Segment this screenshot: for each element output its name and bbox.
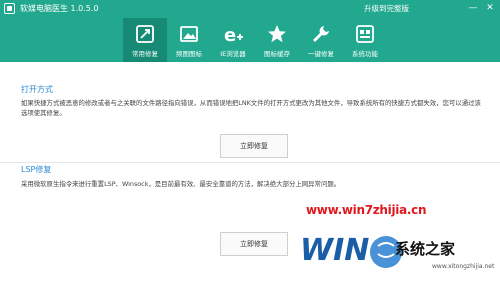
app-title: 软媒电脑医生 1.0.5.0 (20, 4, 99, 13)
gear-icon (354, 23, 376, 45)
watermark-site-url: www.xitongzhijia.net (432, 263, 495, 270)
title-bar: 软媒电脑医生 1.0.5.0 升级到完整版 — ✕ (0, 0, 500, 18)
minimize-button[interactable]: — (466, 2, 480, 15)
tab-image-icon[interactable]: 频图图标 (167, 18, 211, 62)
section-divider (0, 162, 500, 163)
ie-icon: e (222, 23, 244, 45)
section-description-open-method: 如果快捷方式被恶意的修改或者与之关联的文件路径指向错误，从而错误地把LNK文件的… (21, 99, 481, 117)
tab-system-functions[interactable]: 系统功能 (343, 18, 387, 62)
svg-text:WIN: WIN (300, 233, 369, 268)
tab-label: 频图图标 (176, 50, 202, 58)
tab-label: IE浏览器 (220, 50, 246, 58)
watermark-url: www.win7zhijia.cn (306, 203, 427, 217)
repair-icon (134, 23, 156, 45)
tab-label: 图标缓存 (264, 50, 290, 58)
repair-button-lsp[interactable]: 立即修复 (220, 232, 288, 256)
close-button[interactable]: ✕ (483, 2, 497, 15)
star-icon (266, 23, 288, 45)
repair-button-open-method[interactable]: 立即修复 (220, 134, 288, 158)
section-title-lsp: LSP修复 (21, 165, 52, 174)
wrench-icon (310, 23, 332, 45)
image-icon (178, 23, 200, 45)
upgrade-link[interactable]: 升级到完整版 (364, 3, 409, 14)
section-description-lsp: 采用微软原生指令来进行重置LSP、Winsock，是目前最有效、最安全靠谱的方法… (21, 180, 341, 188)
watermark-site-name: 系统之家 (395, 240, 456, 258)
tab-ie-browser[interactable]: e IE浏览器 (211, 18, 255, 62)
tab-label: 系统功能 (352, 50, 378, 58)
tab-icon-cache[interactable]: 图标缓存 (255, 18, 299, 62)
tab-label: 常用修复 (132, 50, 158, 58)
app-logo-icon (4, 3, 15, 14)
tab-label: 一键修复 (308, 50, 334, 58)
app-header: 软媒电脑医生 1.0.5.0 升级到完整版 — ✕ 常用修复 频图图标 e IE… (0, 0, 500, 62)
tab-common-repair[interactable]: 常用修复 (123, 18, 167, 62)
tab-one-click-repair[interactable]: 一键修复 (299, 18, 343, 62)
svg-text:e: e (224, 25, 236, 45)
main-toolbar: 常用修复 频图图标 e IE浏览器 图标缓存 一键修复 系统功能 (0, 18, 500, 62)
section-title-open-method: 打开方式 (21, 85, 53, 94)
